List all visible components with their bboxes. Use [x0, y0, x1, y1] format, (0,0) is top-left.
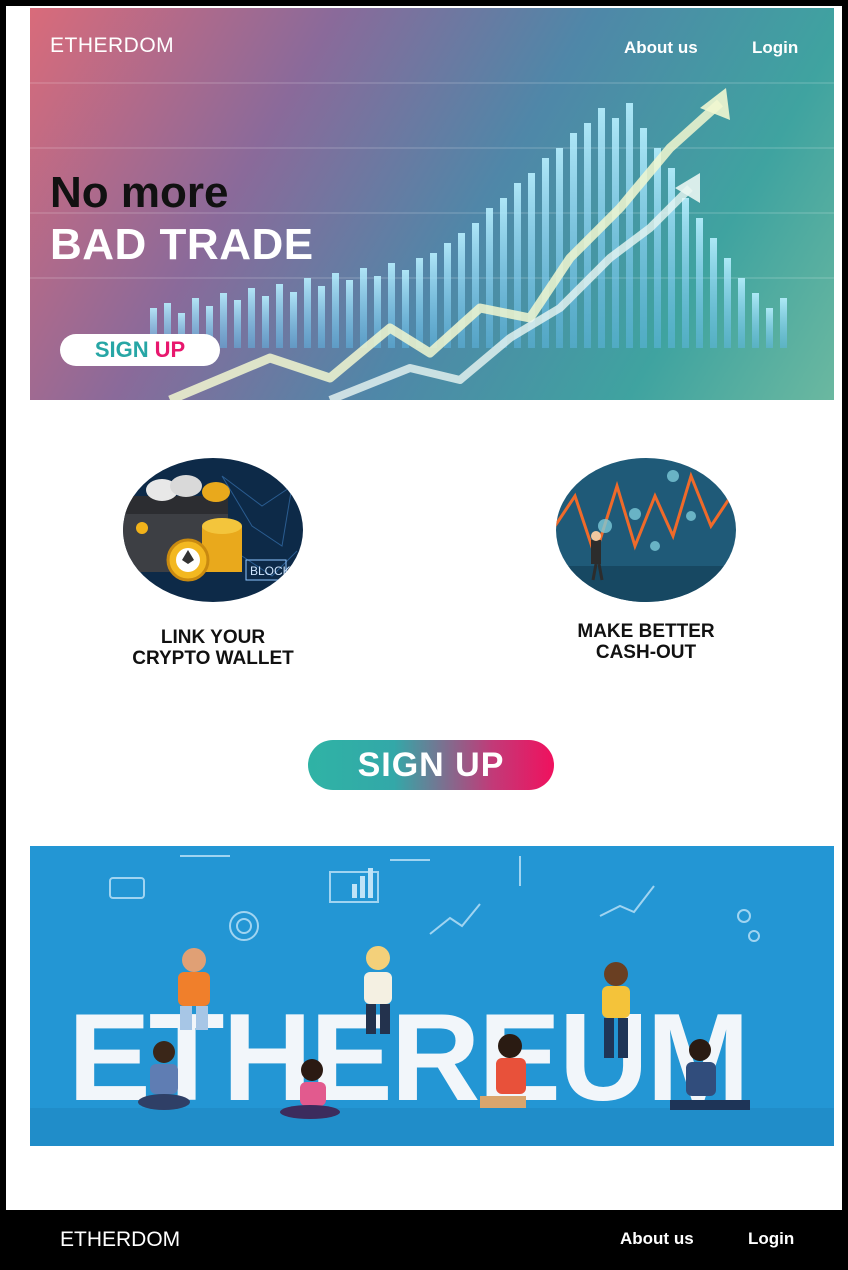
feature-wallet-line1: LINK YOUR: [160, 627, 266, 648]
footer-brand[interactable]: ETHERDOM: [60, 1228, 180, 1252]
footer-nav-login[interactable]: Login: [748, 1229, 794, 1249]
person-5: [280, 1059, 340, 1119]
feature-link-wallet: BLOCK LINK YOUR CRYPTO WALLET: [102, 456, 324, 669]
hero-headline-line2: BAD TRADE: [50, 220, 314, 269]
signup-word-up: UP: [154, 337, 186, 362]
block-chip-text: BLOCK: [250, 564, 291, 578]
person-7: [670, 1039, 750, 1110]
person-4: [138, 1041, 190, 1110]
market-chart-icon: [556, 458, 736, 602]
person-2: [364, 946, 392, 1034]
person-3: [602, 962, 630, 1058]
hero-headline-line1: No more: [50, 168, 229, 217]
hero-signup-button[interactable]: SIGN UP: [60, 334, 220, 366]
hero-section: ETHERDOM About us Login No more BAD TRAD…: [30, 8, 834, 400]
nav-about-us[interactable]: About us: [624, 38, 698, 58]
signup-word-sign: SIGN: [94, 337, 149, 362]
page-frame: ETHERDOM About us Login No more BAD TRAD…: [6, 6, 842, 1266]
person-1: [178, 948, 210, 1030]
feature-cashout-line1: MAKE BETTER: [577, 621, 715, 642]
feature-wallet-line2: CRYPTO WALLET: [132, 648, 294, 669]
ethereum-banner: ETHEREUM: [30, 846, 834, 1146]
footer: ETHERDOM About us Login: [6, 1210, 842, 1266]
main-signup-button[interactable]: SIGN UP: [308, 740, 554, 790]
nav-login[interactable]: Login: [752, 38, 798, 58]
feature-cashout-line2: CASH-OUT: [595, 642, 697, 663]
brand-logo[interactable]: ETHERDOM: [50, 34, 174, 58]
person-6: [480, 1034, 526, 1108]
feature-better-cashout: MAKE BETTER CASH-OUT: [546, 456, 746, 663]
footer-nav-about-us[interactable]: About us: [620, 1229, 694, 1249]
people-figures: [138, 946, 750, 1119]
crypto-wallet-icon: BLOCK: [123, 458, 303, 602]
